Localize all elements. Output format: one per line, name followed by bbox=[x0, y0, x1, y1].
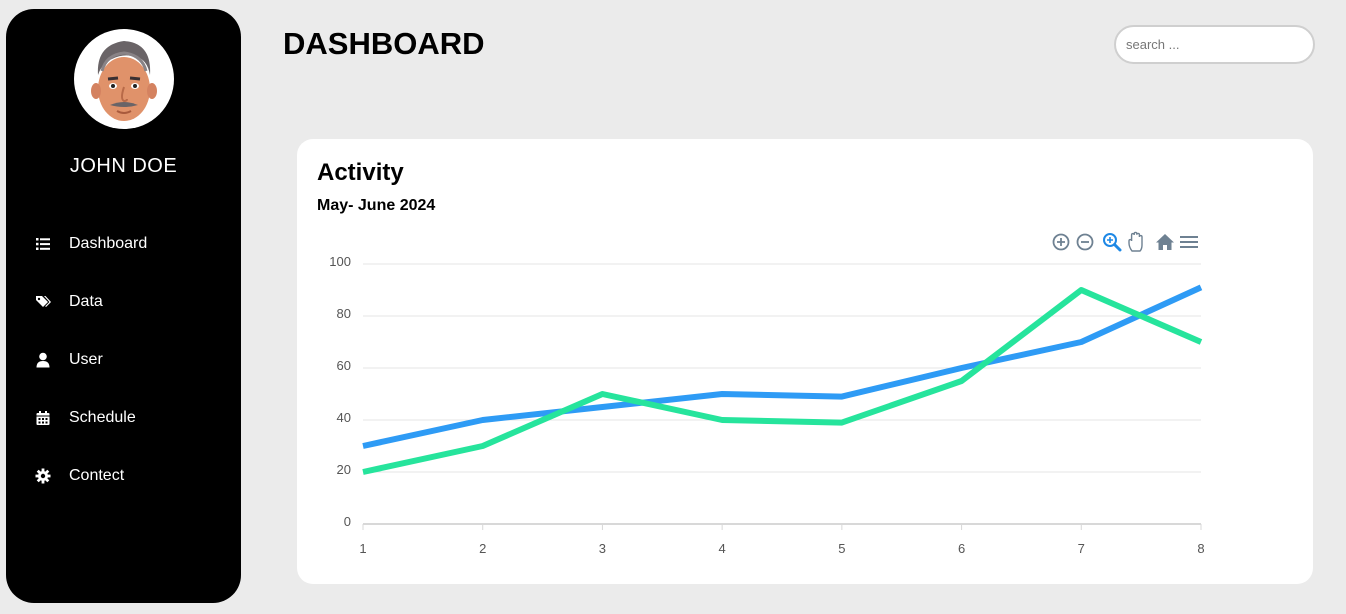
x-tick-label: 3 bbox=[599, 541, 606, 556]
x-tick-label: 5 bbox=[838, 541, 845, 556]
activity-card: Activity May- June 2024 0 20 40 60 80 100 1 2 3 4… bbox=[297, 139, 1313, 584]
y-tick-label: 40 bbox=[337, 410, 351, 425]
x-tick-label: 6 bbox=[958, 541, 965, 556]
sidebar-item-label: Schedule bbox=[69, 409, 136, 426]
avatar[interactable] bbox=[74, 29, 174, 129]
y-tick-label: 20 bbox=[337, 462, 351, 477]
avatar-illustration bbox=[91, 41, 157, 121]
gear-icon bbox=[35, 468, 51, 484]
sidebar-item-schedule[interactable]: Schedule bbox=[6, 389, 241, 447]
sidebar-item-label: Contect bbox=[69, 467, 125, 484]
sidebar-nav: Dashboard Data User Schedule Contect bbox=[6, 215, 241, 505]
activity-line-chart: 0 20 40 60 80 100 1 2 3 4 5 6 7 8 bbox=[329, 254, 1204, 556]
calendar-icon bbox=[35, 410, 51, 426]
list-icon bbox=[35, 236, 51, 252]
series-2-line bbox=[362, 287, 1203, 475]
user-name: JOHN DOE bbox=[69, 155, 178, 177]
sidebar-item-label: User bbox=[69, 351, 103, 368]
sidebar-item-data[interactable]: Data bbox=[6, 273, 241, 331]
x-tick-label: 7 bbox=[1078, 541, 1085, 556]
sidebar-item-contect[interactable]: Contect bbox=[6, 447, 241, 505]
x-tick-label: 4 bbox=[719, 541, 726, 556]
search-input[interactable] bbox=[1114, 25, 1315, 64]
tags-icon bbox=[35, 294, 51, 310]
sidebar-item-dashboard[interactable]: Dashboard bbox=[6, 215, 241, 273]
y-tick-label: 60 bbox=[337, 358, 351, 373]
x-tick-label: 2 bbox=[479, 541, 486, 556]
x-tick-label: 1 bbox=[359, 541, 366, 556]
page-title: DASHBOARD bbox=[283, 26, 485, 61]
y-tick-label: 80 bbox=[337, 306, 351, 321]
sidebar-item-label: Dashboard bbox=[69, 235, 148, 252]
sidebar-item-label: Data bbox=[69, 293, 103, 310]
y-tick-label: 100 bbox=[329, 254, 351, 269]
y-tick-label: 0 bbox=[344, 514, 351, 529]
user-icon bbox=[35, 352, 51, 368]
sidebar-item-user[interactable]: User bbox=[6, 331, 241, 389]
sidebar: JOHN DOE Dashboard Data User Schedule Co… bbox=[6, 9, 241, 603]
x-tick-label: 8 bbox=[1197, 541, 1204, 556]
